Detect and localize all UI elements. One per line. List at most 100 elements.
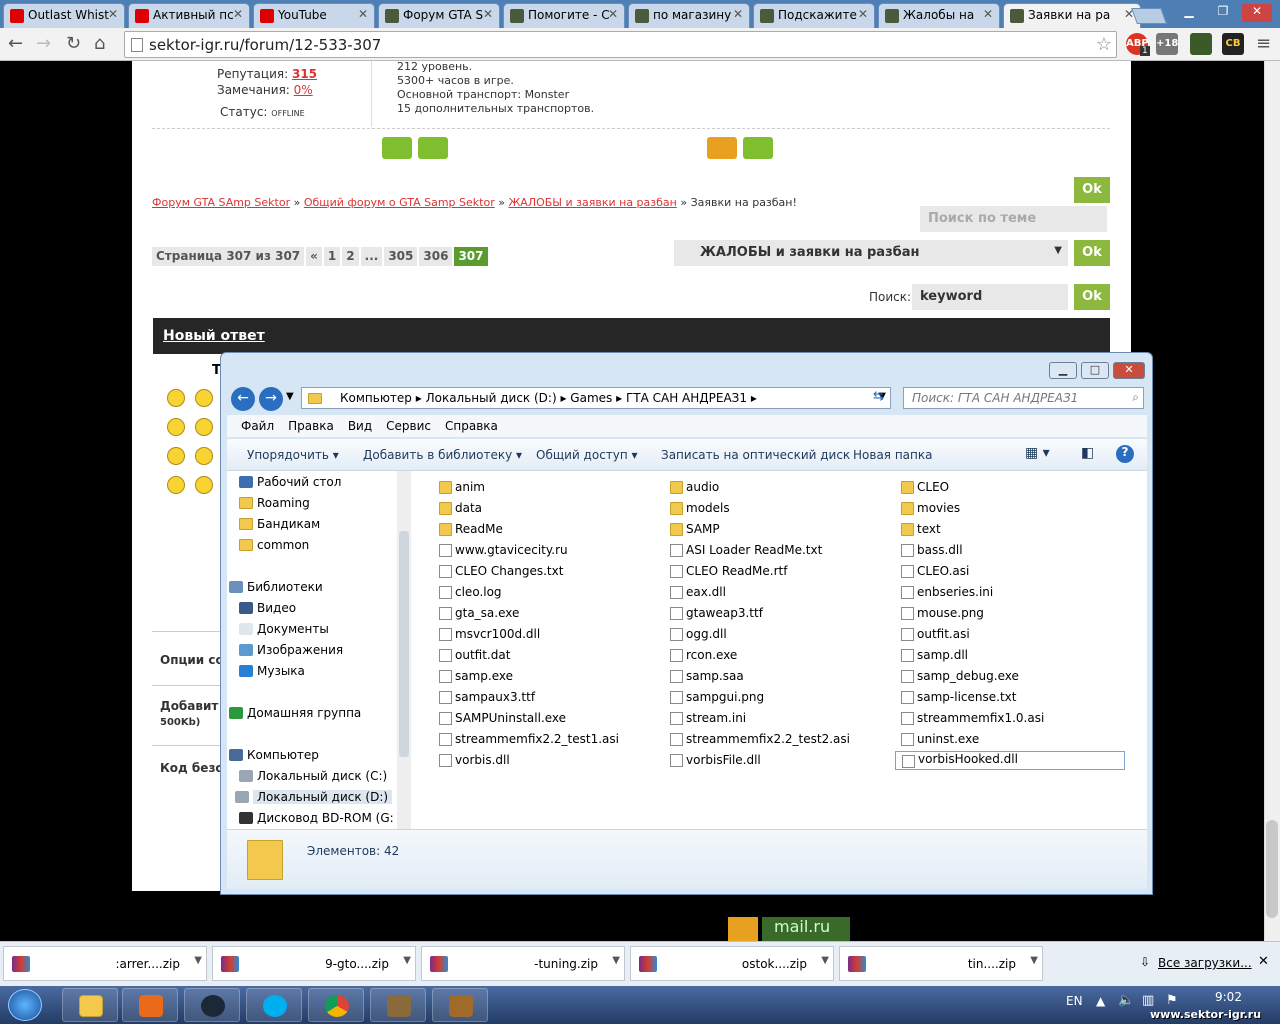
explorer-search-input[interactable]: Поиск: ГТА САН АНДРЕАЗ1 ⌕ bbox=[903, 387, 1144, 409]
minimize-icon[interactable]: ▁ bbox=[1174, 4, 1204, 22]
add-to-library-button[interactable]: Добавить в библиотеку ▾ bbox=[363, 448, 522, 462]
forum-jump-select[interactable]: ЖАЛОБЫ и заявки на разбан ▼ bbox=[674, 240, 1068, 266]
file-item[interactable]: streammemfix2.2_test2.asi bbox=[670, 732, 850, 746]
folder-item[interactable]: models bbox=[670, 501, 730, 515]
star-icon[interactable]: ☆ bbox=[1096, 34, 1112, 55]
taskbar-steam[interactable] bbox=[184, 988, 240, 1022]
close-tab-icon[interactable]: ✕ bbox=[608, 7, 618, 21]
file-item[interactable]: CLEO Changes.txt bbox=[439, 564, 563, 578]
home-icon[interactable]: ⌂ bbox=[94, 33, 105, 54]
tab-2[interactable]: Активный пс ✕ bbox=[128, 3, 250, 28]
folder-item[interactable]: movies bbox=[901, 501, 960, 515]
organize-button[interactable]: Упорядочить ▾ bbox=[247, 448, 339, 462]
file-item[interactable]: mouse.png bbox=[901, 606, 984, 620]
file-item[interactable]: uninst.exe bbox=[901, 732, 979, 746]
file-item[interactable]: ASI Loader ReadMe.txt bbox=[670, 543, 822, 557]
warnings-link[interactable]: 0% bbox=[294, 83, 313, 97]
taskbar-gta-2[interactable] bbox=[432, 988, 488, 1022]
taskbar-skype[interactable] bbox=[246, 988, 302, 1022]
pager-item[interactable]: 306 bbox=[419, 247, 453, 266]
smiley-icon[interactable] bbox=[195, 389, 213, 407]
tab-8[interactable]: Жалобы на ✕ bbox=[878, 3, 1000, 28]
network-icon[interactable]: ▥ bbox=[1142, 993, 1154, 1008]
tray-arrow-icon[interactable]: ▲ bbox=[1096, 994, 1105, 1008]
file-item[interactable]: samp.dll bbox=[901, 648, 968, 662]
all-downloads-link[interactable]: Все загрузки... bbox=[1158, 956, 1252, 970]
tab-6[interactable]: по магазину ✕ bbox=[628, 3, 750, 28]
folder-item[interactable]: SAMP bbox=[670, 522, 720, 536]
close-tab-icon[interactable]: ✕ bbox=[858, 7, 868, 21]
close-tab-icon[interactable]: ✕ bbox=[233, 7, 243, 21]
file-item[interactable]: gtaweap3.ttf bbox=[670, 606, 763, 620]
ok-button-3[interactable]: Ok bbox=[1074, 284, 1110, 310]
file-item[interactable]: sampaux3.ttf bbox=[439, 690, 535, 704]
tree-item[interactable]: Локальный диск (C:) bbox=[239, 769, 387, 783]
taskbar-explorer[interactable] bbox=[62, 988, 118, 1022]
mailru-counter[interactable]: mail.ru bbox=[762, 917, 850, 941]
explorer-address-bar[interactable]: Компьютер ▸ Локальный диск (D:) ▸ Games … bbox=[301, 387, 891, 409]
close-button[interactable]: ✕ bbox=[1113, 362, 1145, 379]
tab-9[interactable]: Заявки на ра ✕ bbox=[1003, 3, 1141, 28]
close-tab-icon[interactable]: ✕ bbox=[483, 7, 493, 21]
quote-icon[interactable] bbox=[707, 137, 737, 159]
tree-item[interactable]: Библиотеки bbox=[229, 580, 323, 594]
smiley-icon[interactable] bbox=[167, 389, 185, 407]
volume-icon[interactable]: 🔈 bbox=[1118, 993, 1134, 1008]
close-tab-icon[interactable]: ✕ bbox=[108, 7, 118, 21]
download-menu-icon[interactable]: ▼ bbox=[403, 955, 411, 966]
forward-icon[interactable]: → bbox=[259, 387, 283, 411]
flag-icon[interactable]: ⚑ bbox=[1166, 993, 1178, 1008]
file-item[interactable]: samp-license.txt bbox=[901, 690, 1016, 704]
tree-item[interactable]: Домашняя группа bbox=[229, 706, 361, 720]
smiley-icon[interactable] bbox=[195, 476, 213, 494]
file-item[interactable]: streammemfix1.0.asi bbox=[901, 711, 1044, 725]
file-item[interactable]: vorbisHooked.dll bbox=[895, 751, 1125, 770]
view-icon[interactable]: ▦ ▾ bbox=[1025, 445, 1050, 461]
navigation-scrollbar-thumb[interactable] bbox=[399, 531, 409, 757]
edit-icon[interactable] bbox=[418, 137, 448, 159]
download-item[interactable]: -tuning.zip ▼ bbox=[421, 946, 625, 981]
close-tab-icon[interactable]: ✕ bbox=[358, 7, 368, 21]
path-segment[interactable]: ГТА САН АНДРЕАЗ1 bbox=[626, 391, 747, 405]
maximize-icon[interactable]: ❐ bbox=[1208, 4, 1238, 22]
file-item[interactable]: samp_debug.exe bbox=[901, 669, 1019, 683]
smiley-icon[interactable] bbox=[167, 447, 185, 465]
folder-item[interactable]: data bbox=[439, 501, 482, 515]
menu-view[interactable]: Вид bbox=[348, 415, 372, 433]
download-item[interactable]: tin....zip ▼ bbox=[839, 946, 1043, 981]
back-icon[interactable]: ← bbox=[8, 33, 23, 54]
maximize-button[interactable]: □ bbox=[1081, 362, 1109, 379]
tree-item[interactable]: Компьютер bbox=[229, 748, 319, 762]
page-scrollbar[interactable] bbox=[1264, 61, 1280, 941]
start-icon[interactable] bbox=[8, 989, 42, 1021]
file-item[interactable]: outfit.dat bbox=[439, 648, 510, 662]
language-indicator[interactable]: EN bbox=[1066, 994, 1083, 1008]
file-item[interactable]: cleo.log bbox=[439, 585, 502, 599]
tree-item[interactable]: Изображения bbox=[239, 643, 343, 657]
file-item[interactable]: eax.dll bbox=[670, 585, 726, 599]
breadcrumb-link[interactable]: Общий форум о GTA Samp Sektor bbox=[304, 196, 495, 209]
game-extension-icon[interactable] bbox=[1190, 33, 1212, 55]
smiley-icon[interactable] bbox=[167, 476, 185, 494]
pager-item[interactable]: « bbox=[306, 247, 322, 266]
new-folder-button[interactable]: Новая папка bbox=[853, 448, 932, 462]
cb-icon[interactable]: CB bbox=[1222, 33, 1244, 55]
file-item[interactable]: samp.saa bbox=[670, 669, 744, 683]
tab-1[interactable]: Outlast Whist ✕ bbox=[3, 3, 125, 28]
file-item[interactable]: CLEO.asi bbox=[901, 564, 969, 578]
tree-item[interactable]: Видео bbox=[239, 601, 296, 615]
help-icon[interactable]: ? bbox=[1116, 445, 1134, 463]
folder-item[interactable]: anim bbox=[439, 480, 485, 494]
tree-item[interactable]: Музыка bbox=[239, 664, 305, 678]
pager-item[interactable]: 2 bbox=[342, 247, 359, 266]
file-item[interactable]: www.gtavicecity.ru bbox=[439, 543, 568, 557]
pager-item[interactable]: 1 bbox=[323, 247, 341, 266]
close-tab-icon[interactable]: ✕ bbox=[733, 7, 743, 21]
new-reply-link[interactable]: Новый ответ bbox=[163, 328, 265, 344]
preview-pane-icon[interactable]: ◧ bbox=[1081, 445, 1094, 461]
navigation-scrollbar[interactable] bbox=[397, 471, 411, 829]
menu-edit[interactable]: Правка bbox=[288, 415, 334, 433]
download-menu-icon[interactable]: ▼ bbox=[1030, 955, 1038, 966]
forward-icon[interactable]: → bbox=[36, 33, 51, 54]
smiley-icon[interactable] bbox=[195, 418, 213, 436]
